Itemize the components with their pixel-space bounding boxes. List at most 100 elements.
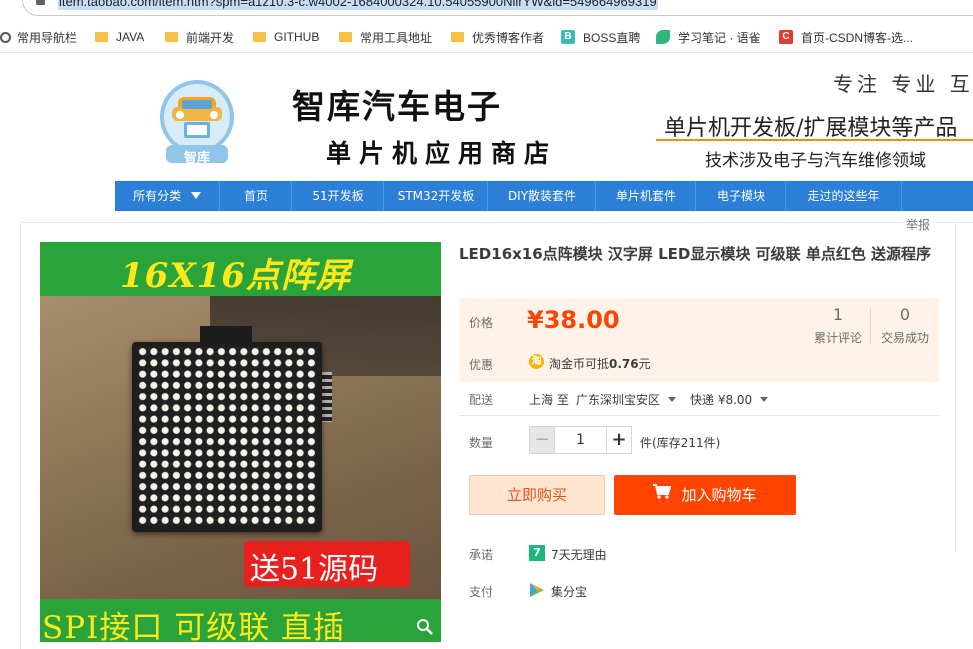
- nav-stm32-board[interactable]: STM32开发板: [383, 181, 488, 211]
- nav-label: STM32开发板: [397, 189, 475, 203]
- folder-icon: [451, 32, 464, 42]
- csdn-icon: C: [779, 30, 793, 44]
- add-to-cart-label: 加入购物车: [681, 486, 757, 504]
- nav-diy-kits[interactable]: DIY散装套件: [487, 181, 596, 211]
- bookmark-csdn[interactable]: C 首页-CSDN博客-选...: [779, 28, 913, 46]
- bookmark-label: BOSS直聘: [583, 30, 641, 45]
- quantity-label: 数量: [469, 436, 494, 450]
- slogan-main: 单片机开发板/扩展模块等产品: [664, 116, 958, 141]
- shop-logo[interactable]: 智库: [158, 75, 236, 166]
- pin-header: [322, 372, 332, 422]
- bookmark-boss[interactable]: B BOSS直聘: [561, 28, 640, 46]
- ship-method: 快递 ¥8.00: [690, 393, 753, 407]
- bookmark-java[interactable]: JAVA: [95, 28, 144, 46]
- quantity-increase-button[interactable]: +: [606, 426, 632, 454]
- nav-51-board[interactable]: 51开发板: [291, 181, 384, 211]
- bookmark-label: 常用导航栏: [17, 30, 78, 45]
- nav-mcu-kits[interactable]: 单片机套件: [595, 181, 696, 211]
- bookmark-label: 学习笔记 · 语雀: [678, 30, 761, 45]
- cart-icon: [653, 474, 672, 514]
- stock-text: 件(库存211件): [640, 436, 721, 450]
- led-matrix: [137, 346, 317, 526]
- taojinbi-coin-icon: 淘: [529, 354, 544, 369]
- image-bottom-text: SPI接口 可级联 直插: [42, 610, 346, 642]
- quantity-decrease-button[interactable]: −: [529, 426, 555, 454]
- product-main-image[interactable]: 16X16点阵屏 送51源码 SPI接口 可级联 直插: [40, 242, 441, 642]
- boss-icon: B: [561, 30, 575, 44]
- folder-icon: [339, 32, 352, 42]
- reviews-label[interactable]: 累计评论: [810, 329, 866, 346]
- chevron-down-icon: [668, 397, 677, 402]
- price-label: 价格: [469, 316, 494, 330]
- payment-text: 集分宝: [551, 585, 588, 599]
- nav-label: 51开发板: [312, 189, 364, 203]
- bookmark-yuque[interactable]: 学习笔记 · 语雀: [656, 28, 761, 46]
- bookmark-frontend[interactable]: 前端开发: [165, 28, 234, 46]
- logo-text: 智库: [184, 151, 211, 166]
- nav-history[interactable]: 走过的这些年: [785, 181, 902, 211]
- ship-destination-select[interactable]: 广东深圳宝安区: [576, 391, 677, 408]
- reviews-count[interactable]: 1: [810, 305, 866, 324]
- divider: [870, 308, 871, 344]
- deals-label: 交易成功: [880, 331, 929, 345]
- payment-label: 支付: [469, 585, 494, 599]
- ship-destination: 广东深圳宝安区: [576, 393, 661, 407]
- badge-text: 送51源码: [250, 552, 379, 587]
- side-panel: [955, 222, 973, 552]
- nav-label: 所有分类: [133, 189, 182, 203]
- nav-home[interactable]: 首页: [219, 181, 292, 211]
- content-border: [20, 222, 973, 223]
- slogan-sub: 技术涉及电子与汽车维修领域: [705, 151, 926, 171]
- triangle-down-icon: [190, 192, 201, 199]
- report-link[interactable]: 举报: [903, 216, 934, 233]
- bookmark-label: JAVA: [116, 30, 145, 44]
- nav-label: 电子模块: [716, 189, 765, 203]
- folder-icon: [165, 32, 178, 42]
- lock-icon: [36, 0, 45, 5]
- bookmark-label: 前端开发: [186, 30, 235, 45]
- quantity-input[interactable]: 1: [555, 426, 606, 454]
- shop-name: 智库汽车电子: [292, 87, 502, 126]
- deals-count: 0: [899, 305, 911, 324]
- zoom-icon[interactable]: [416, 618, 434, 636]
- promo-text: 淘金币可抵0.76元: [549, 355, 651, 372]
- bookmark-label: 常用工具地址: [360, 30, 433, 45]
- url-text[interactable]: item.taobao.com/item.htm?spm=a1z10.3-c.w…: [58, 0, 658, 10]
- nav-label: 走过的这些年: [807, 189, 880, 203]
- buy-now-button[interactable]: 立即购买: [469, 475, 605, 515]
- bookmarks-bar: 常用导航栏 JAVA 前端开发 GITHUB 常用工具地址 优秀博客作者 B B…: [0, 23, 973, 51]
- bookmark-blogs[interactable]: 优秀博客作者: [451, 28, 544, 46]
- promise-text[interactable]: 7天无理由: [551, 546, 607, 563]
- promo-amount: 0.76: [609, 357, 639, 371]
- shop-subtitle: 单片机应用商店: [326, 139, 558, 168]
- ship-method-select[interactable]: 快递 ¥8.00: [690, 391, 769, 408]
- chevron-down-icon: [760, 397, 769, 402]
- slogan-top: 专注 专业 互: [833, 72, 973, 96]
- promise-label: 承诺: [469, 548, 494, 562]
- bookmark-tools[interactable]: 常用工具地址: [339, 28, 432, 46]
- promo-prefix: 淘金币可抵: [549, 357, 610, 371]
- shipping-label: 配送: [469, 393, 494, 407]
- bookmark-github[interactable]: GITHUB: [253, 28, 319, 46]
- nav-label: DIY散装套件: [507, 189, 577, 203]
- seven-day-return-icon: 7: [529, 545, 545, 561]
- bookmark-label: GITHUB: [274, 30, 320, 44]
- yuque-icon: [656, 30, 670, 44]
- divider: [459, 415, 939, 416]
- folder-icon: [253, 32, 266, 42]
- folder-icon: [95, 32, 108, 42]
- content-border: [20, 222, 21, 649]
- promo-unit: 元: [638, 357, 651, 371]
- nav-modules[interactable]: 电子模块: [695, 181, 786, 211]
- add-to-cart-button[interactable]: 加入购物车: [614, 475, 796, 515]
- divider: [0, 52, 973, 53]
- bookmark-label: 优秀博客作者: [472, 30, 545, 45]
- price-value: ¥38.00: [527, 306, 620, 334]
- jifenbao-icon: [529, 582, 545, 598]
- shop-nav: 所有分类 首页 51开发板 STM32开发板 DIY散装套件 单片机套件 电子模…: [115, 181, 973, 211]
- bookmark-nav[interactable]: 常用导航栏: [0, 28, 77, 46]
- bookmark-label: 首页-CSDN博客-选...: [801, 30, 913, 45]
- nav-all-categories[interactable]: 所有分类: [115, 181, 219, 211]
- gear-icon: [0, 31, 11, 43]
- slogan-divider: [656, 139, 973, 141]
